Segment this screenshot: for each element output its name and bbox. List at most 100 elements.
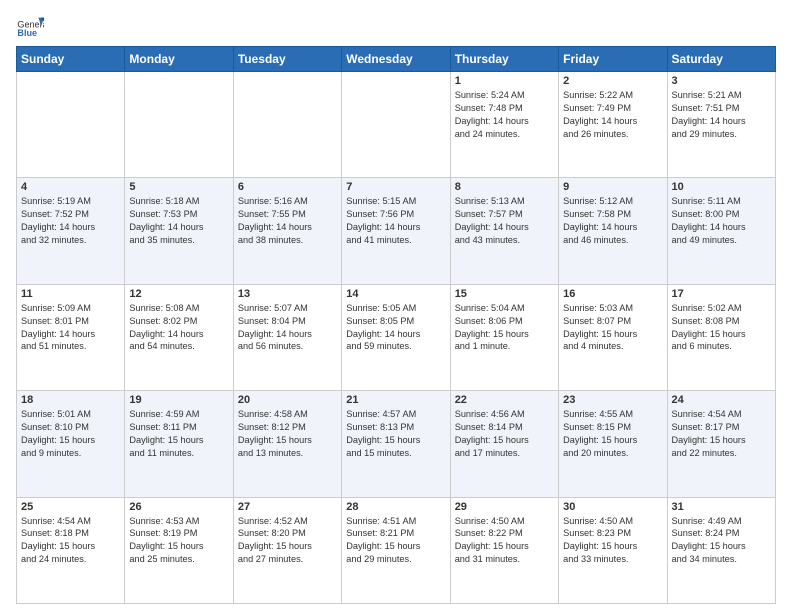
day-info: Sunrise: 4:53 AMSunset: 8:19 PMDaylight:…: [129, 515, 228, 567]
calendar-cell: 29 Sunrise: 4:50 AMSunset: 8:22 PMDayligh…: [450, 497, 558, 603]
day-number: 2: [563, 75, 662, 87]
day-number: 17: [672, 288, 771, 300]
day-info: Sunrise: 4:54 AMSunset: 8:17 PMDaylight:…: [672, 408, 771, 460]
day-number: 6: [238, 181, 337, 193]
day-info: Sunrise: 4:51 AMSunset: 8:21 PMDaylight:…: [346, 515, 445, 567]
day-info: Sunrise: 4:52 AMSunset: 8:20 PMDaylight:…: [238, 515, 337, 567]
calendar-cell: 14 Sunrise: 5:05 AMSunset: 8:05 PMDayligh…: [342, 284, 450, 390]
header: General Blue: [16, 12, 776, 40]
day-number: 18: [21, 394, 120, 406]
calendar-cell: 22 Sunrise: 4:56 AMSunset: 8:14 PMDayligh…: [450, 391, 558, 497]
day-number: 30: [563, 501, 662, 513]
calendar-cell: 1 Sunrise: 5:24 AMSunset: 7:48 PMDaylight…: [450, 72, 558, 178]
day-number: 8: [455, 181, 554, 193]
day-number: 5: [129, 181, 228, 193]
calendar-cell: 24 Sunrise: 4:54 AMSunset: 8:17 PMDayligh…: [667, 391, 775, 497]
day-info: Sunrise: 5:21 AMSunset: 7:51 PMDaylight:…: [672, 89, 771, 141]
weekday-header-row: SundayMondayTuesdayWednesdayThursdayFrid…: [17, 47, 776, 72]
weekday-header-monday: Monday: [125, 47, 233, 72]
day-info: Sunrise: 5:09 AMSunset: 8:01 PMDaylight:…: [21, 302, 120, 354]
day-number: 27: [238, 501, 337, 513]
day-info: Sunrise: 5:01 AMSunset: 8:10 PMDaylight:…: [21, 408, 120, 460]
logo-icon: General Blue: [16, 12, 44, 40]
day-number: 13: [238, 288, 337, 300]
weekday-header-wednesday: Wednesday: [342, 47, 450, 72]
day-number: 19: [129, 394, 228, 406]
day-number: 9: [563, 181, 662, 193]
day-number: 7: [346, 181, 445, 193]
day-info: Sunrise: 4:55 AMSunset: 8:15 PMDaylight:…: [563, 408, 662, 460]
calendar-cell: 9 Sunrise: 5:12 AMSunset: 7:58 PMDaylight…: [559, 178, 667, 284]
day-info: Sunrise: 4:50 AMSunset: 8:23 PMDaylight:…: [563, 515, 662, 567]
day-info: Sunrise: 5:19 AMSunset: 7:52 PMDaylight:…: [21, 195, 120, 247]
calendar-cell: 13 Sunrise: 5:07 AMSunset: 8:04 PMDayligh…: [233, 284, 341, 390]
day-info: Sunrise: 5:16 AMSunset: 7:55 PMDaylight:…: [238, 195, 337, 247]
day-number: 29: [455, 501, 554, 513]
day-info: Sunrise: 5:15 AMSunset: 7:56 PMDaylight:…: [346, 195, 445, 247]
day-number: 10: [672, 181, 771, 193]
day-number: 15: [455, 288, 554, 300]
weekday-header-tuesday: Tuesday: [233, 47, 341, 72]
calendar-cell: 15 Sunrise: 5:04 AMSunset: 8:06 PMDayligh…: [450, 284, 558, 390]
calendar-cell: 8Sunrise: 5:13 AMSunset: 7:57 PMDaylight…: [450, 178, 558, 284]
day-info: Sunrise: 5:04 AMSunset: 8:06 PMDaylight:…: [455, 302, 554, 354]
week-row-4: 18 Sunrise: 5:01 AMSunset: 8:10 PMDayligh…: [17, 391, 776, 497]
calendar-cell: 20 Sunrise: 4:58 AMSunset: 8:12 PMDayligh…: [233, 391, 341, 497]
calendar-cell: 7 Sunrise: 5:15 AMSunset: 7:56 PMDaylight…: [342, 178, 450, 284]
calendar-cell: 27 Sunrise: 4:52 AMSunset: 8:20 PMDayligh…: [233, 497, 341, 603]
calendar-cell: 12 Sunrise: 5:08 AMSunset: 8:02 PMDayligh…: [125, 284, 233, 390]
weekday-header-thursday: Thursday: [450, 47, 558, 72]
weekday-header-saturday: Saturday: [667, 47, 775, 72]
day-info: Sunrise: 5:03 AMSunset: 8:07 PMDaylight:…: [563, 302, 662, 354]
weekday-header-sunday: Sunday: [17, 47, 125, 72]
day-number: 31: [672, 501, 771, 513]
calendar-cell: 31Sunrise: 4:49 AMSunset: 8:24 PMDayligh…: [667, 497, 775, 603]
calendar-cell: 25Sunrise: 4:54 AMSunset: 8:18 PMDayligh…: [17, 497, 125, 603]
calendar-table: SundayMondayTuesdayWednesdayThursdayFrid…: [16, 46, 776, 604]
day-info: Sunrise: 5:08 AMSunset: 8:02 PMDaylight:…: [129, 302, 228, 354]
calendar-cell: 30 Sunrise: 4:50 AMSunset: 8:23 PMDayligh…: [559, 497, 667, 603]
day-number: 16: [563, 288, 662, 300]
calendar-cell: 10 Sunrise: 5:11 AMSunset: 8:00 PMDayligh…: [667, 178, 775, 284]
day-info: Sunrise: 4:50 AMSunset: 8:22 PMDaylight:…: [455, 515, 554, 567]
calendar-cell: 21 Sunrise: 4:57 AMSunset: 8:13 PMDayligh…: [342, 391, 450, 497]
week-row-2: 4Sunrise: 5:19 AMSunset: 7:52 PMDaylight…: [17, 178, 776, 284]
calendar-cell: 5 Sunrise: 5:18 AMSunset: 7:53 PMDaylight…: [125, 178, 233, 284]
calendar-cell: 11 Sunrise: 5:09 AMSunset: 8:01 PMDayligh…: [17, 284, 125, 390]
day-info: Sunrise: 5:02 AMSunset: 8:08 PMDaylight:…: [672, 302, 771, 354]
day-info: Sunrise: 5:22 AMSunset: 7:49 PMDaylight:…: [563, 89, 662, 141]
day-info: Sunrise: 5:05 AMSunset: 8:05 PMDaylight:…: [346, 302, 445, 354]
day-number: 26: [129, 501, 228, 513]
day-info: Sunrise: 5:24 AMSunset: 7:48 PMDaylight:…: [455, 89, 554, 141]
day-info: Sunrise: 4:57 AMSunset: 8:13 PMDaylight:…: [346, 408, 445, 460]
day-number: 1: [455, 75, 554, 87]
day-info: Sunrise: 5:12 AMSunset: 7:58 PMDaylight:…: [563, 195, 662, 247]
day-info: Sunrise: 5:18 AMSunset: 7:53 PMDaylight:…: [129, 195, 228, 247]
day-number: 24: [672, 394, 771, 406]
calendar-cell: 19Sunrise: 4:59 AMSunset: 8:11 PMDayligh…: [125, 391, 233, 497]
day-number: 3: [672, 75, 771, 87]
day-number: 14: [346, 288, 445, 300]
day-number: 22: [455, 394, 554, 406]
day-number: 21: [346, 394, 445, 406]
day-number: 20: [238, 394, 337, 406]
calendar-cell: 16 Sunrise: 5:03 AMSunset: 8:07 PMDayligh…: [559, 284, 667, 390]
calendar-cell: [125, 72, 233, 178]
calendar-cell: [233, 72, 341, 178]
calendar-cell: 23Sunrise: 4:55 AMSunset: 8:15 PMDayligh…: [559, 391, 667, 497]
day-number: 11: [21, 288, 120, 300]
calendar-cell: [342, 72, 450, 178]
calendar-cell: 26 Sunrise: 4:53 AMSunset: 8:19 PMDayligh…: [125, 497, 233, 603]
day-number: 12: [129, 288, 228, 300]
weekday-header-friday: Friday: [559, 47, 667, 72]
day-info: Sunrise: 5:11 AMSunset: 8:00 PMDaylight:…: [672, 195, 771, 247]
day-info: Sunrise: 4:54 AMSunset: 8:18 PMDaylight:…: [21, 515, 120, 567]
calendar-cell: 4Sunrise: 5:19 AMSunset: 7:52 PMDaylight…: [17, 178, 125, 284]
day-info: Sunrise: 4:56 AMSunset: 8:14 PMDaylight:…: [455, 408, 554, 460]
day-number: 28: [346, 501, 445, 513]
calendar-cell: 2 Sunrise: 5:22 AMSunset: 7:49 PMDaylight…: [559, 72, 667, 178]
logo: General Blue: [16, 12, 46, 40]
week-row-1: 1 Sunrise: 5:24 AMSunset: 7:48 PMDaylight…: [17, 72, 776, 178]
day-info: Sunrise: 4:58 AMSunset: 8:12 PMDaylight:…: [238, 408, 337, 460]
day-info: Sunrise: 5:07 AMSunset: 8:04 PMDaylight:…: [238, 302, 337, 354]
